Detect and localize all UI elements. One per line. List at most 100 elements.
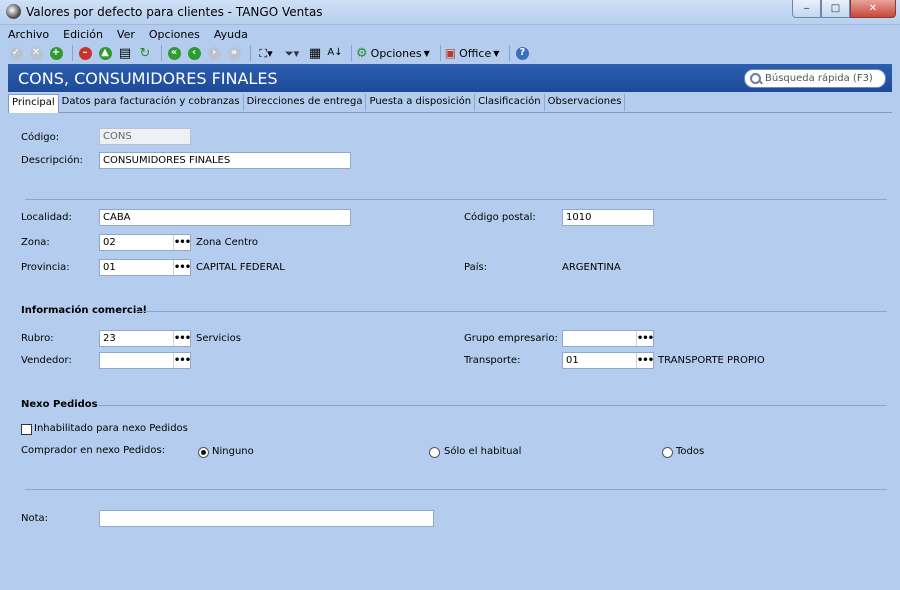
toolbar-separator bbox=[72, 45, 73, 61]
provincia-label: Provincia: bbox=[21, 262, 70, 273]
grupo-empresario-lookup[interactable]: ••• bbox=[562, 330, 654, 347]
vendedor-lookup[interactable]: ••• bbox=[99, 352, 191, 369]
radio-solo-habitual[interactable] bbox=[429, 447, 440, 458]
tab-bar: Principal Datos para facturación y cobra… bbox=[8, 94, 892, 113]
zona-description: Zona Centro bbox=[196, 237, 259, 248]
lookup-ellipsis-icon[interactable]: ••• bbox=[636, 331, 654, 346]
search-icon bbox=[750, 72, 762, 85]
codigo-postal-field[interactable]: 1010 bbox=[562, 209, 654, 226]
find-button[interactable]: ⛶▾ bbox=[255, 45, 277, 61]
accept-button[interactable]: ✓ bbox=[8, 45, 24, 61]
refresh-icon: ↻ bbox=[139, 45, 151, 61]
descripcion-field[interactable]: CONSUMIDORES FINALES bbox=[99, 152, 351, 169]
help-button[interactable]: ? bbox=[514, 45, 530, 61]
pais-label: País: bbox=[464, 262, 488, 273]
tab-principal[interactable]: Principal bbox=[8, 94, 59, 113]
record-header: CONS, CONSUMIDORES FINALES Búsqueda rápi… bbox=[8, 64, 892, 92]
toolbar-separator bbox=[439, 45, 441, 61]
edit-button[interactable]: ▲ bbox=[97, 45, 113, 61]
opciones-dropdown[interactable]: ⚙ Opciones ▼ bbox=[356, 46, 430, 61]
rubro-lookup[interactable]: 23 ••• bbox=[99, 330, 191, 347]
zona-lookup[interactable]: 02 ••• bbox=[99, 234, 191, 251]
first-record-button[interactable]: « bbox=[166, 45, 182, 61]
binoculars-icon: ⛶▾ bbox=[259, 46, 273, 60]
lookup-ellipsis-icon[interactable]: ••• bbox=[173, 331, 191, 346]
grupo-empresario-label: Grupo empresario: bbox=[464, 333, 558, 344]
title-bar: Valores por defecto para clientes - TANG… bbox=[0, 0, 900, 25]
tab-direcciones[interactable]: Direcciones de entrega bbox=[244, 94, 367, 111]
menu-ver[interactable]: Ver bbox=[117, 25, 135, 43]
menu-edicion[interactable]: Edición bbox=[63, 25, 103, 43]
office-icon: ▣ bbox=[444, 46, 457, 60]
rubro-label: Rubro: bbox=[21, 333, 54, 344]
codigo-label: Código: bbox=[21, 132, 60, 143]
divider bbox=[98, 405, 887, 406]
grid-icon: ▦ bbox=[308, 45, 322, 61]
radio-ninguno-label: Ninguno bbox=[212, 446, 254, 457]
provincia-lookup[interactable]: 01 ••• bbox=[99, 259, 191, 276]
tab-clasificacion[interactable]: Clasificación bbox=[475, 94, 545, 111]
descripcion-label: Descripción: bbox=[21, 155, 83, 166]
comprador-label: Comprador en nexo Pedidos: bbox=[21, 445, 166, 456]
tab-puesta-disposicion[interactable]: Puesta a disposición bbox=[366, 94, 476, 111]
grid-button[interactable]: ▦ bbox=[307, 45, 323, 61]
previous-record-button[interactable]: ‹ bbox=[186, 45, 202, 61]
cancel-icon: ✕ bbox=[29, 46, 43, 60]
window-controls: ‒ □ ✕ bbox=[792, 0, 896, 18]
last-icon: » bbox=[227, 46, 241, 60]
last-record-button[interactable]: » bbox=[226, 45, 242, 61]
radio-todos[interactable] bbox=[662, 447, 673, 458]
first-icon: « bbox=[167, 46, 181, 60]
gear-icon: ⚙ bbox=[356, 45, 368, 61]
tab-facturacion[interactable]: Datos para facturación y cobranzas bbox=[59, 94, 244, 111]
cancel-button[interactable]: ✕ bbox=[28, 45, 44, 61]
lookup-ellipsis-icon[interactable]: ••• bbox=[173, 353, 191, 368]
lookup-ellipsis-icon[interactable]: ••• bbox=[173, 260, 191, 275]
delete-button[interactable]: – bbox=[77, 45, 93, 61]
menu-ayuda[interactable]: Ayuda bbox=[214, 25, 248, 43]
next-record-button[interactable]: › bbox=[206, 45, 222, 61]
printer-icon: ▤ bbox=[118, 45, 132, 61]
radio-ninguno[interactable] bbox=[198, 447, 209, 458]
sort-az-icon: A↓ bbox=[327, 47, 343, 58]
maximize-button[interactable]: □ bbox=[821, 0, 850, 18]
transporte-lookup[interactable]: 01 ••• bbox=[562, 352, 654, 369]
minus-icon: – bbox=[78, 46, 92, 60]
divider bbox=[25, 489, 887, 490]
divider bbox=[136, 311, 887, 312]
window-title: Valores por defecto para clientes - TANG… bbox=[26, 5, 323, 19]
menu-archivo[interactable]: Archivo bbox=[8, 25, 49, 43]
refresh-button[interactable]: ↻ bbox=[137, 45, 153, 61]
tab-observaciones[interactable]: Observaciones bbox=[545, 94, 626, 111]
provincia-description: CAPITAL FEDERAL bbox=[196, 262, 285, 273]
localidad-label: Localidad: bbox=[21, 212, 72, 223]
inhabilitado-checkbox[interactable] bbox=[21, 424, 32, 435]
nota-field[interactable] bbox=[99, 510, 434, 527]
close-button[interactable]: ✕ bbox=[850, 0, 896, 18]
chevron-down-icon: ▼ bbox=[493, 48, 500, 58]
toolbar-separator bbox=[351, 45, 352, 61]
page-title: CONS, CONSUMIDORES FINALES bbox=[18, 69, 278, 88]
menu-opciones[interactable]: Opciones bbox=[149, 25, 200, 43]
toolbar-separator bbox=[509, 45, 511, 61]
office-dropdown[interactable]: ▣ Office ▼ bbox=[445, 46, 500, 60]
print-button[interactable]: ▤ bbox=[117, 45, 133, 61]
zona-value: 02 bbox=[103, 237, 116, 248]
lookup-ellipsis-icon[interactable]: ••• bbox=[173, 235, 191, 250]
toolbar: ✓ ✕ + – ▲ ▤ ↻ « ‹ › » ⛶▾ ⏷▾ ▦ A↓ ⚙ Opcio… bbox=[0, 43, 900, 63]
add-button[interactable]: + bbox=[48, 45, 64, 61]
section-nexo-pedidos: Nexo Pedidos bbox=[21, 399, 98, 410]
minimize-button[interactable]: ‒ bbox=[792, 0, 821, 18]
radio-solo-habitual-label: Sólo el habitual bbox=[444, 446, 522, 457]
lookup-ellipsis-icon[interactable]: ••• bbox=[636, 353, 654, 368]
edit-icon: ▲ bbox=[98, 46, 112, 60]
localidad-field[interactable]: CABA bbox=[99, 209, 351, 226]
filter-icon: ⏷▾ bbox=[284, 46, 300, 60]
sort-button[interactable]: A↓ bbox=[327, 45, 343, 61]
app-window: Valores por defecto para clientes - TANG… bbox=[0, 0, 900, 590]
next-icon: › bbox=[207, 46, 221, 60]
toolbar-separator bbox=[250, 45, 251, 61]
quick-search-input[interactable]: Búsqueda rápida (F3) bbox=[744, 69, 886, 88]
transporte-value: 01 bbox=[566, 355, 579, 366]
filter-button[interactable]: ⏷▾ bbox=[281, 45, 303, 61]
